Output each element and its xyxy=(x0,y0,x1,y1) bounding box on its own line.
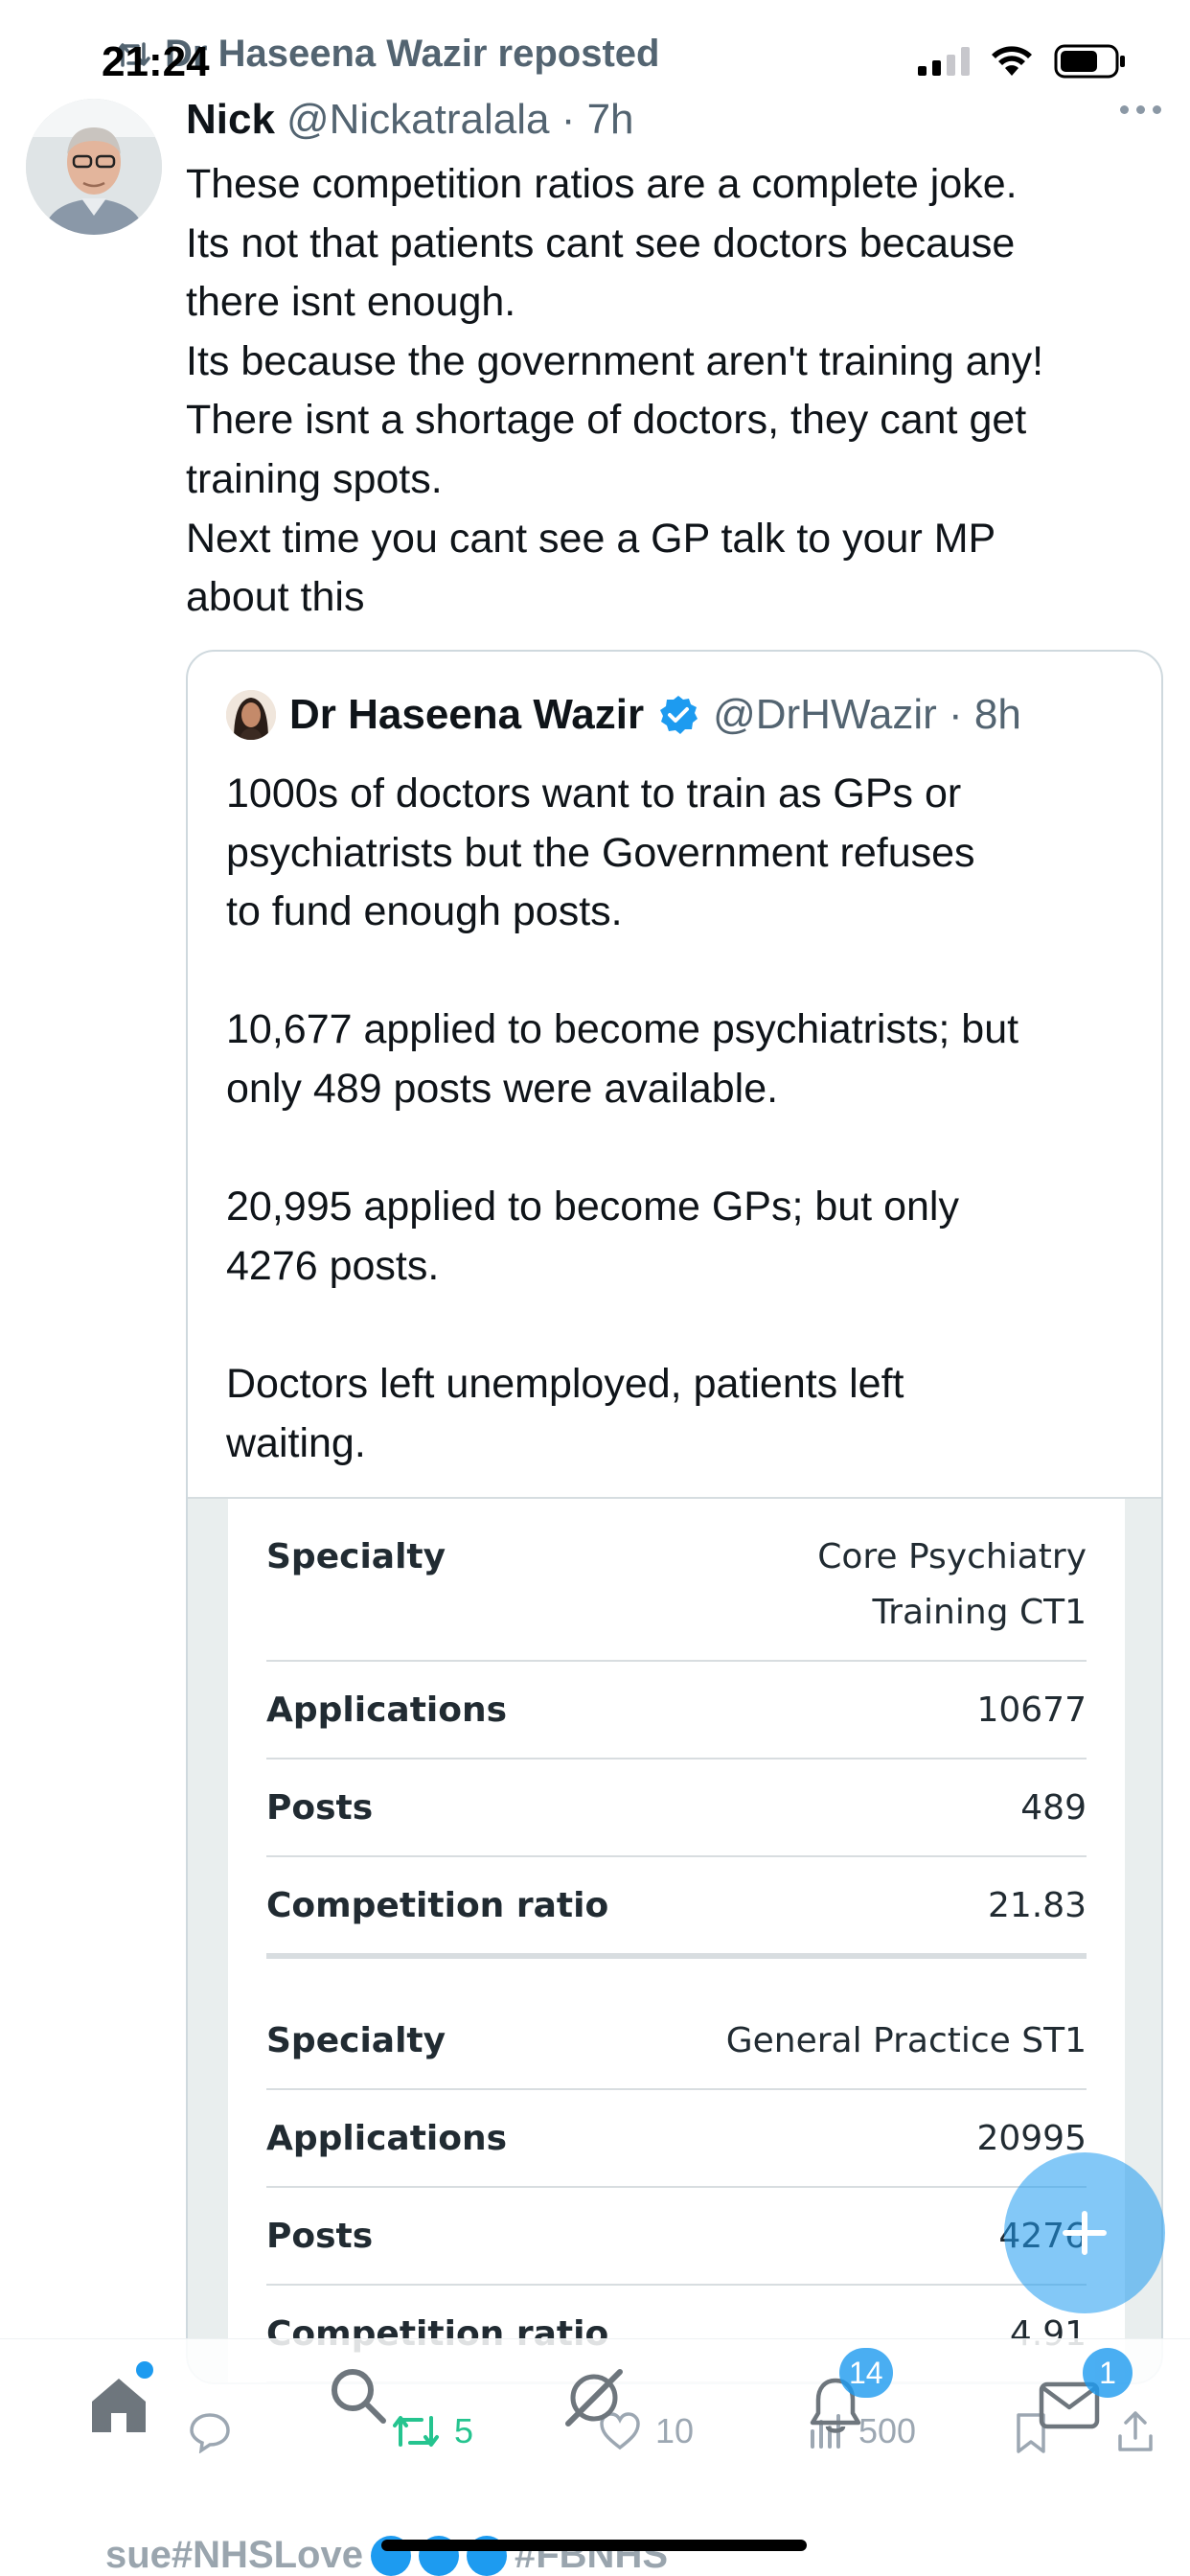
search-icon xyxy=(332,2369,386,2424)
table-key: Posts xyxy=(266,1788,374,1828)
quote-line: waiting. xyxy=(226,1419,366,1466)
tweet-text: These competition ratios are a complete … xyxy=(186,155,1173,628)
author-handle-time[interactable]: @Nickatralala · 7h xyxy=(286,96,634,144)
status-time: 21:24 xyxy=(102,38,210,85)
verified-badge-icon xyxy=(660,696,698,734)
table-key: Applications xyxy=(266,1690,508,1730)
quote-line: 10,677 applied to become psychiatrists; … xyxy=(226,1006,1019,1053)
table-key: Specialty xyxy=(266,1537,446,1576)
quote-handle-time[interactable]: @DrHWazir · 8h xyxy=(713,691,1021,739)
tweet-header: Nick @Nickatralala · 7h xyxy=(186,96,634,144)
table-value: 21.83 xyxy=(987,1886,1087,1925)
quote-line: 20,995 applied to become GPs; but only xyxy=(226,1184,959,1230)
retweet-count: 5 xyxy=(454,2411,474,2450)
tweet-line: training spots. xyxy=(186,455,443,502)
quoted-tweet-card[interactable]: Dr Haseena Wazir @DrHWazir · 8h 1000s of… xyxy=(186,650,1163,2384)
table-value: General Practice ST1 xyxy=(725,2021,1087,2060)
battery-icon xyxy=(1054,44,1125,79)
tab-home[interactable] xyxy=(80,2361,157,2444)
table-row: Specialty Core Psychiatry Training CT1 xyxy=(266,1508,1087,1662)
repost-label: Dr Haseena Wazir reposted xyxy=(165,33,660,75)
table-row: Applications 20995 xyxy=(266,2090,1087,2188)
author-name[interactable]: Nick xyxy=(186,96,275,144)
table-row: Posts 4276 xyxy=(266,2188,1087,2286)
compose-plus-icon xyxy=(1063,2211,1107,2255)
quote-line: Doctors left unemployed, patients left xyxy=(226,1360,904,1407)
tweet-line: Its not that patients cant see doctors b… xyxy=(186,219,1016,266)
quote-line: to fund enough posts. xyxy=(226,888,623,935)
table-image-content: Specialty Core Psychiatry Training CT1 A… xyxy=(228,1499,1125,2382)
tweet-line: about this xyxy=(186,574,365,621)
tab-search[interactable] xyxy=(320,2358,397,2434)
next-tweet-author-start: sue#NHSLove xyxy=(105,2534,363,2576)
quote-author-name[interactable]: Dr Haseena Wazir xyxy=(289,691,644,739)
cellular-signal-icon xyxy=(918,47,970,76)
retweet-button[interactable]: 5 xyxy=(391,2411,473,2451)
status-icons xyxy=(918,44,1127,79)
reply-button[interactable] xyxy=(188,2411,232,2453)
table-key: Applications xyxy=(266,2119,508,2158)
table-key: Posts xyxy=(266,2217,374,2256)
competition-table-gp: Specialty General Practice ST1 Applicati… xyxy=(266,1992,1087,2382)
table-key: Competition ratio xyxy=(266,1886,609,1925)
more-icon[interactable] xyxy=(1120,105,1161,114)
tweet-line: These competition ratios are a complete … xyxy=(186,161,1018,207)
avatar[interactable] xyxy=(26,99,162,235)
messages-badge: 1 xyxy=(1083,2348,1133,2398)
quote-line: 4276 posts. xyxy=(226,1242,440,1289)
quote-line: psychiatrists but the Government refuses xyxy=(226,829,975,876)
tweet-line: there isnt enough. xyxy=(186,279,516,326)
grok-icon xyxy=(565,2369,623,2426)
table-key: Specialty xyxy=(266,2021,446,2060)
home-icon xyxy=(92,2379,146,2432)
retweet-icon xyxy=(393,2416,439,2447)
quote-header: Dr Haseena Wazir @DrHWazir · 8h xyxy=(226,690,1021,740)
quote-line: only 489 posts were available. xyxy=(226,1065,779,1112)
home-indicator[interactable] xyxy=(381,2540,807,2551)
reply-icon xyxy=(190,2413,230,2453)
compose-button[interactable] xyxy=(1004,2152,1165,2313)
table-value: 10677 xyxy=(976,1690,1087,1730)
share-icon xyxy=(1118,2411,1153,2451)
quote-text: 1000s of doctors want to train as GPs or… xyxy=(226,765,1146,1473)
like-count: 10 xyxy=(655,2411,695,2450)
tweet-line: There isnt a shortage of doctors, they c… xyxy=(186,397,1027,444)
tweet-line: Its because the government aren't traini… xyxy=(186,337,1044,384)
table-row: Posts 489 xyxy=(266,1760,1087,1857)
notifications-badge: 14 xyxy=(839,2348,893,2398)
tab-notifications[interactable]: 14 xyxy=(797,2348,893,2444)
table-value: 489 xyxy=(1020,1788,1087,1828)
tab-grok[interactable] xyxy=(556,2359,632,2436)
tab-bar: 5 10 500 14 1 xyxy=(0,2338,1190,2511)
table-row: Applications 10677 xyxy=(266,1662,1087,1760)
tweet-line: Next time you cant see a GP talk to your… xyxy=(186,515,996,562)
table-value: Core Psychiatry Training CT1 xyxy=(817,1537,1087,1632)
quote-avatar xyxy=(226,690,276,740)
home-unread-dot xyxy=(136,2361,153,2379)
table-row: Specialty General Practice ST1 xyxy=(266,1992,1087,2090)
table-row: Competition ratio 21.83 xyxy=(266,1857,1087,1959)
competition-table-psychiatry: Specialty Core Psychiatry Training CT1 A… xyxy=(266,1508,1087,1959)
wifi-icon xyxy=(992,46,1032,76)
tab-messages[interactable]: 1 xyxy=(1031,2348,1133,2444)
quote-line: 1000s of doctors want to train as GPs or xyxy=(226,770,962,816)
share-button[interactable] xyxy=(1115,2409,1156,2453)
